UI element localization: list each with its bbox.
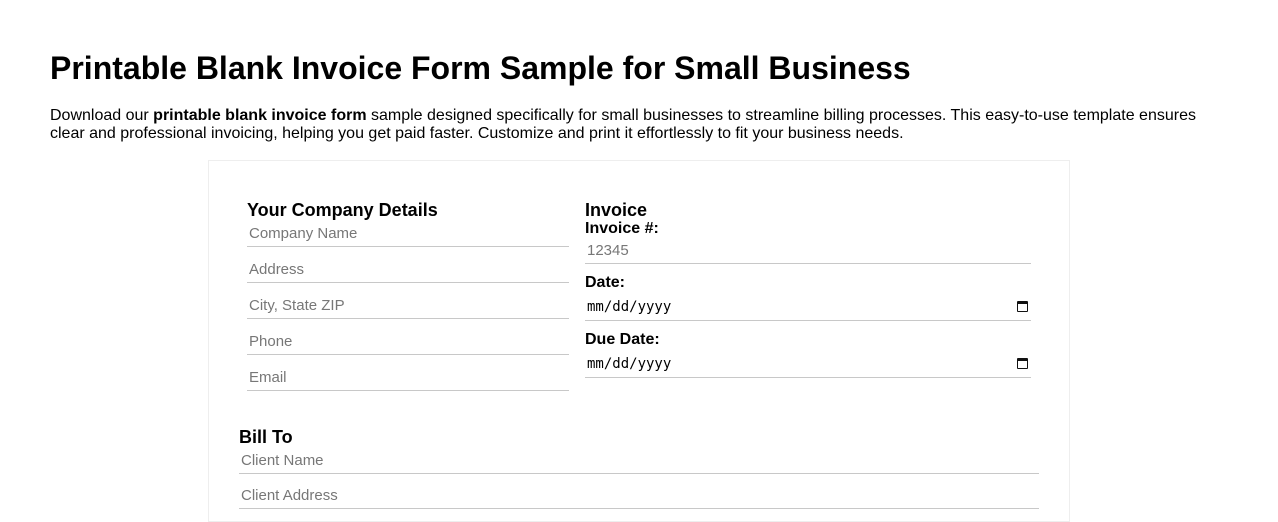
invoice-number-label: Invoice #: <box>585 220 659 237</box>
calendar-icon[interactable] <box>1017 358 1028 369</box>
client-address-input[interactable] <box>239 482 1039 509</box>
calendar-icon[interactable] <box>1017 301 1028 312</box>
company-details-heading: Your Company Details <box>247 200 438 220</box>
invoice-number-input[interactable] <box>585 237 1031 264</box>
intro-text-bold: printable blank invoice form <box>153 107 367 124</box>
invoice-form: Your Company Details Invoice Invoice #: … <box>208 160 1070 522</box>
due-date-label: Due Date: <box>585 331 660 348</box>
company-city-state-zip-input[interactable] <box>247 292 569 319</box>
company-email-input[interactable] <box>247 364 569 391</box>
intro-paragraph: Download our printable blank invoice for… <box>50 107 1210 143</box>
client-name-input[interactable] <box>239 447 1039 474</box>
date-input[interactable]: mm/dd/yyyy <box>585 293 1031 321</box>
intro-text-start: Download our <box>50 107 154 124</box>
page-title: Printable Blank Invoice Form Sample for … <box>50 50 911 86</box>
company-name-input[interactable] <box>247 220 569 247</box>
due-date-input[interactable]: mm/dd/yyyy <box>585 350 1031 378</box>
date-input-placeholder: mm/dd/yyyy <box>587 298 672 315</box>
invoice-heading: Invoice <box>585 200 648 220</box>
due-date-input-placeholder: mm/dd/yyyy <box>587 355 672 372</box>
bill-to-heading: Bill To <box>239 427 293 447</box>
company-address-input[interactable] <box>247 256 569 283</box>
date-label: Date: <box>585 274 626 291</box>
company-phone-input[interactable] <box>247 328 569 355</box>
